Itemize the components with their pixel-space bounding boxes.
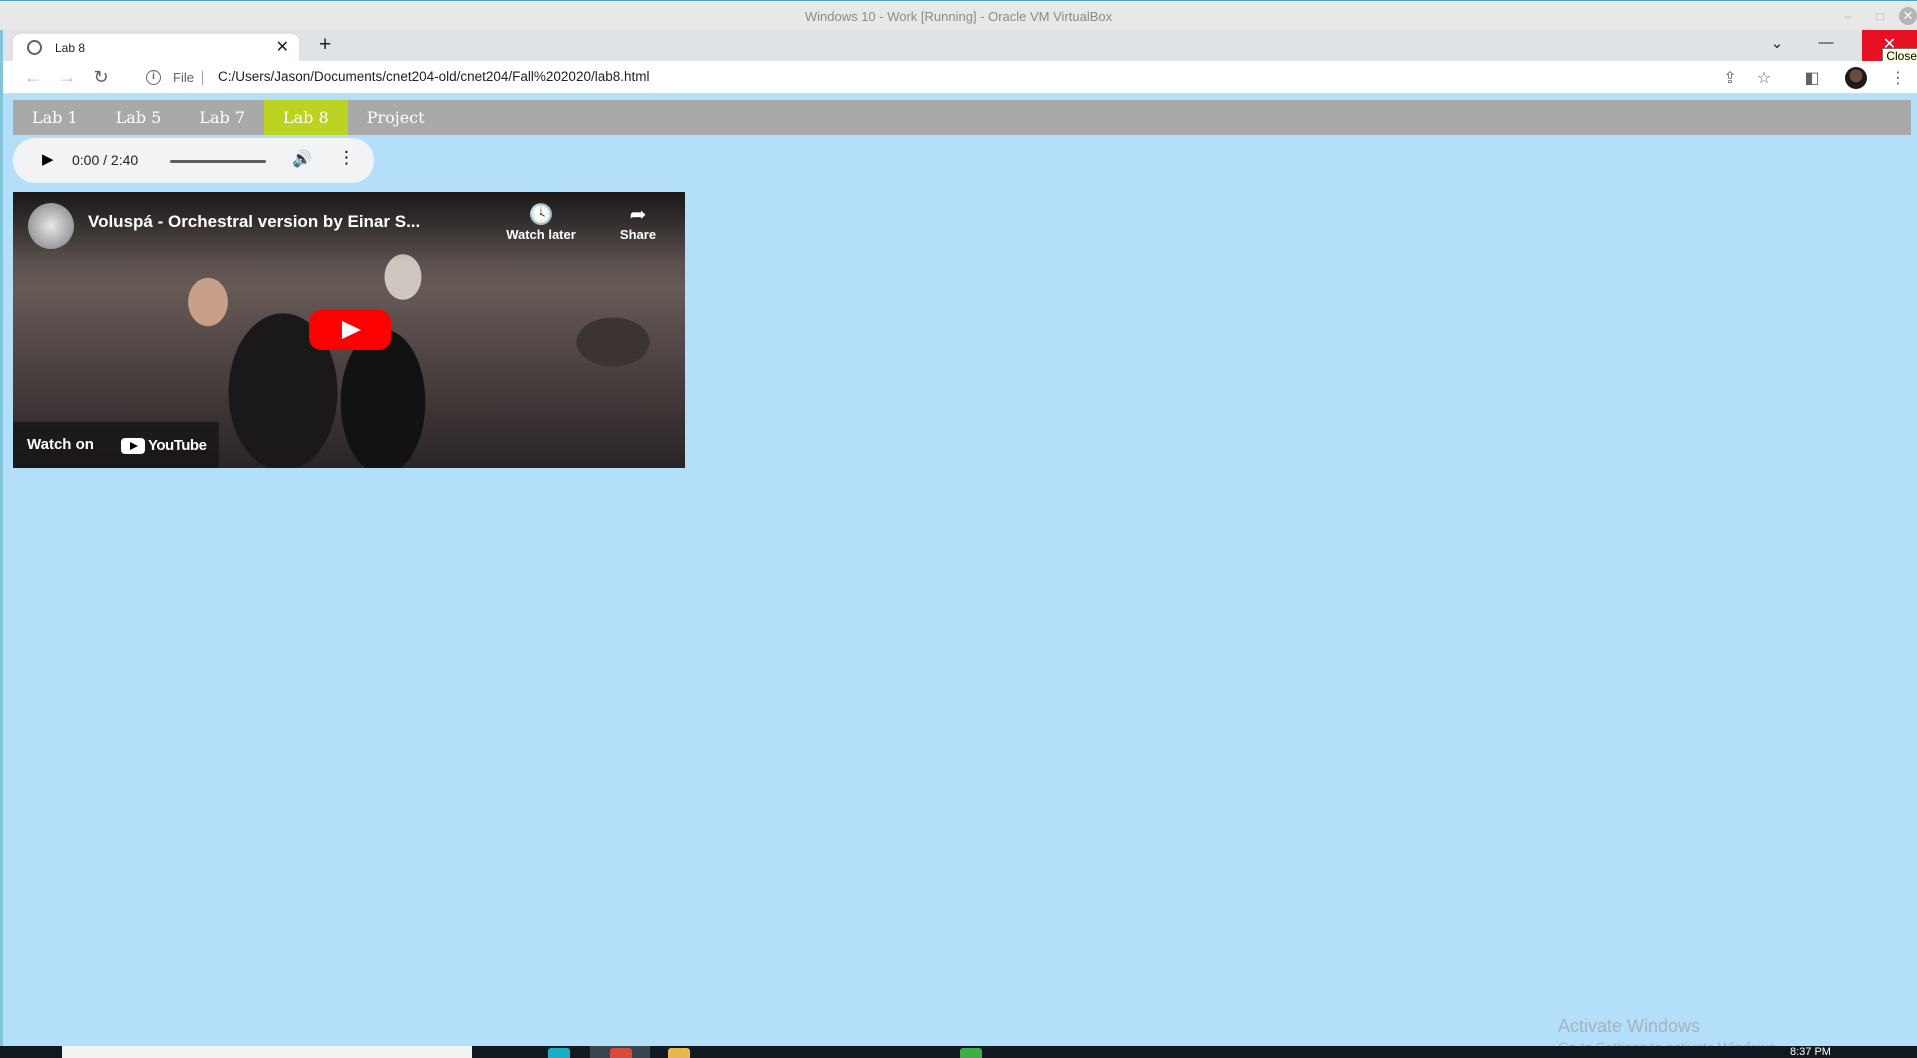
audio-player: ▶ 0:00 / 2:40 🔊 ⋮ (13, 138, 374, 183)
channel-avatar[interactable] (28, 203, 74, 249)
taskbar-app-icon[interactable] (960, 1048, 982, 1058)
browser-minimize-icon[interactable]: — (1811, 34, 1841, 51)
bookmark-star-icon[interactable]: ☆ (1753, 68, 1775, 88)
youtube-logo-icon (121, 438, 145, 454)
taskbar-folder-icon[interactable] (668, 1048, 690, 1058)
volume-icon[interactable]: 🔊 (292, 149, 312, 169)
address-bar-url[interactable]: C:/Users/Jason/Documents/cnet204-old/cne… (218, 69, 650, 84)
globe-icon (27, 40, 42, 55)
browser-toolbar: ← → ↻ i File C:/Users/Jason/Documents/cn… (3, 61, 1917, 94)
nav-link-lab-7[interactable]: Lab 7 (180, 100, 264, 135)
vbox-titlebar: Windows 10 - Work [Running] - Oracle VM … (0, 0, 1917, 30)
side-panel-icon[interactable]: ◧ (1801, 68, 1823, 88)
tab-close-icon[interactable]: ✕ (276, 37, 289, 57)
audio-time: 0:00 / 2:40 (72, 152, 139, 168)
share-icon[interactable]: ⇪ (1719, 68, 1741, 88)
profile-avatar[interactable] (1845, 67, 1867, 89)
site-info-icon[interactable]: i (146, 70, 161, 85)
share-arrow-icon: ➦ (629, 204, 647, 226)
back-icon[interactable]: ← (21, 67, 45, 88)
windows-taskbar: 8:37 PM (0, 1046, 1917, 1058)
nav-link-lab-8[interactable]: Lab 8 (264, 100, 348, 135)
vbox-close-icon[interactable]: ✕ (1899, 7, 1917, 25)
nav-link-project[interactable]: Project (348, 100, 444, 135)
browser-menu-icon[interactable]: ⋮ (1887, 68, 1909, 88)
audio-progress-slider[interactable] (170, 160, 266, 163)
scheme-label: File (173, 70, 194, 85)
play-icon[interactable]: ▶ (42, 150, 54, 168)
vbox-window-title: Windows 10 - Work [Running] - Oracle VM … (804, 9, 1113, 24)
video-title[interactable]: Voluspá - Orchestral version by Einar S.… (88, 212, 420, 232)
nav-link-lab-1[interactable]: Lab 1 (13, 100, 97, 135)
reload-icon[interactable]: ↻ (89, 67, 113, 88)
browser-tab-lab8[interactable]: Lab 8 ✕ (13, 34, 299, 61)
forward-icon[interactable]: → (55, 67, 79, 88)
guest-screen: Lab 8 ✕ + ⌄ — ❐ ✕ Close ← → ↻ i File C:/… (3, 30, 1917, 1055)
vbox-minimize-icon[interactable]: – (1839, 7, 1857, 25)
youtube-embed[interactable]: Voluspá - Orchestral version by Einar S.… (13, 192, 685, 468)
share-label: Share (619, 227, 657, 242)
watch-on-youtube-button[interactable]: Watch on YouTube (13, 422, 219, 468)
vbox-maximize-icon[interactable]: □ (1871, 7, 1889, 25)
new-tab-icon[interactable]: + (319, 33, 331, 57)
share-button[interactable]: ➦ Share (593, 202, 683, 244)
taskbar-chrome-icon[interactable] (610, 1048, 632, 1058)
web-page: Lab 1 Lab 5 Lab 7 Lab 8 Project ▶ 0:00 /… (3, 94, 1917, 1055)
youtube-play-button[interactable] (309, 310, 391, 350)
taskbar-app-icon[interactable] (548, 1048, 570, 1058)
tab-search-icon[interactable]: ⌄ (1762, 34, 1792, 52)
watch-on-label: Watch on (27, 436, 94, 453)
watch-later-label: Watch later (506, 227, 576, 242)
clock-icon: 🕓 (528, 204, 554, 226)
watch-later-button[interactable]: 🕓 Watch later (496, 202, 586, 244)
tab-title: Lab 8 (55, 41, 86, 55)
audio-more-icon[interactable]: ⋮ (338, 148, 355, 168)
browser-tabstrip: Lab 8 ✕ + ⌄ — ❐ ✕ Close (3, 30, 1917, 64)
taskbar-search-box[interactable] (62, 1046, 472, 1058)
address-divider (202, 71, 203, 85)
activate-windows-title: Activate Windows (1558, 1016, 1701, 1036)
site-navbar: Lab 1 Lab 5 Lab 7 Lab 8 Project (13, 100, 1911, 135)
youtube-wordmark: YouTube (148, 437, 207, 454)
taskbar-clock[interactable]: 8:37 PM (1790, 1046, 1831, 1058)
nav-link-lab-5[interactable]: Lab 5 (97, 100, 181, 135)
